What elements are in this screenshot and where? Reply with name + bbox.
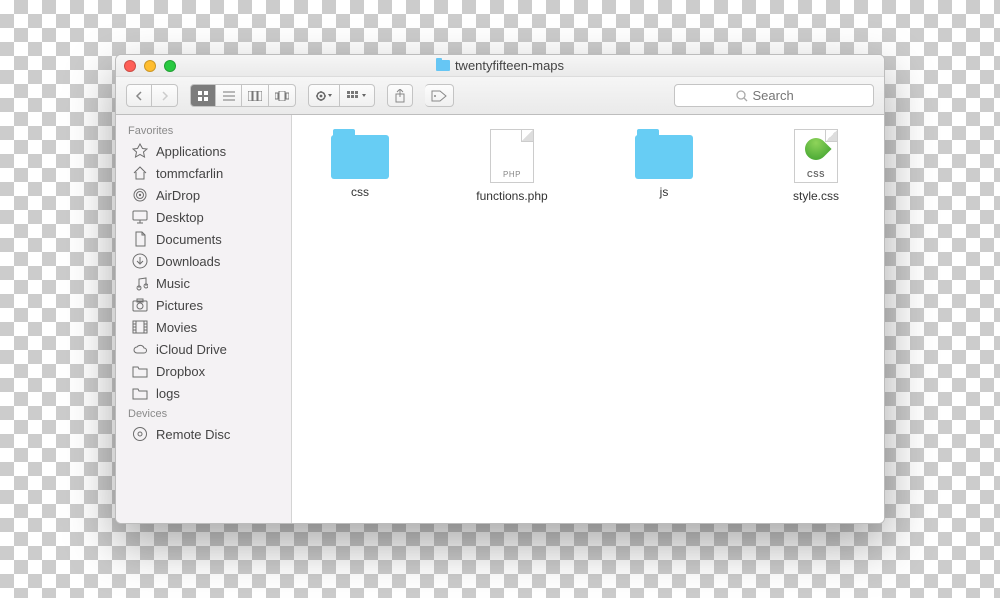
sidebar-item-desktop[interactable]: Desktop [116,206,291,228]
file-name: js [660,185,669,199]
sidebar-item-icloud[interactable]: iCloud Drive [116,338,291,360]
file-item[interactable]: CSS style.css [766,129,866,203]
php-file-icon: PHP [490,129,534,183]
file-type-tag: CSS [807,170,825,179]
file-item[interactable]: PHP functions.php [462,129,562,203]
cloud-icon [132,341,148,357]
sidebar-item-label: iCloud Drive [156,342,227,357]
movies-icon [132,319,148,335]
folder-icon [132,385,148,401]
applications-icon [132,143,148,159]
airdrop-icon [132,187,148,203]
sidebar-item-label: Movies [156,320,197,335]
action-arrange-group [308,84,375,107]
file-grid[interactable]: css PHP functions.php js CSS style.c [292,115,884,523]
folder-icon [436,60,450,71]
pictures-icon [132,297,148,313]
window-title: twentyfifteen-maps [436,58,564,73]
sidebar-item-label: Music [156,276,190,291]
file-name: css [351,185,369,199]
sidebar-item-home[interactable]: tommcfarlin [116,162,291,184]
folder-icon [132,363,148,379]
sidebar-item-label: Applications [156,144,226,159]
sidebar-header-devices: Devices [116,404,291,423]
desktop-icon [132,209,148,225]
list-view-button[interactable] [216,84,242,107]
sidebar-item-applications[interactable]: Applications [116,140,291,162]
icon-view-button[interactable] [190,84,216,107]
traffic-lights [124,60,176,72]
search-icon [736,90,748,102]
sidebar-item-label: Downloads [156,254,220,269]
view-buttons [190,84,296,107]
disc-icon [132,426,148,442]
back-button[interactable] [126,84,152,107]
home-icon [132,165,148,181]
documents-icon [132,231,148,247]
folder-icon [331,135,389,179]
sidebar-item-label: Remote Disc [156,427,230,442]
search-field[interactable] [674,84,874,107]
forward-button[interactable] [152,84,178,107]
arrange-button[interactable] [340,84,375,107]
sidebar-item-label: Desktop [156,210,204,225]
sidebar-item-music[interactable]: Music [116,272,291,294]
zoom-button[interactable] [164,60,176,72]
minimize-button[interactable] [144,60,156,72]
sidebar-item-label: Dropbox [156,364,205,379]
sidebar-item-remote-disc[interactable]: Remote Disc [116,423,291,445]
folder-icon [635,135,693,179]
music-icon [132,275,148,291]
sidebar-item-logs[interactable]: logs [116,382,291,404]
file-name: functions.php [476,189,547,203]
file-name: style.css [793,189,839,203]
sidebar-item-airdrop[interactable]: AirDrop [116,184,291,206]
titlebar: twentyfifteen-maps [116,55,884,77]
nav-buttons [126,84,178,107]
sidebar-item-pictures[interactable]: Pictures [116,294,291,316]
sidebar: Favorites Applications tommcfarlin AirDr… [116,115,292,523]
sidebar-item-label: Pictures [156,298,203,313]
column-view-button[interactable] [242,84,269,107]
file-item[interactable]: css [310,129,410,199]
action-button[interactable] [308,84,340,107]
sidebar-item-documents[interactable]: Documents [116,228,291,250]
search-input[interactable] [753,88,813,103]
sidebar-header-favorites: Favorites [116,121,291,140]
file-type-tag: PHP [503,170,521,179]
toolbar [116,77,884,115]
finder-window: twentyfifteen-maps [115,54,885,524]
file-item[interactable]: js [614,129,714,199]
coverflow-view-button[interactable] [269,84,296,107]
downloads-icon [132,253,148,269]
css-file-icon: CSS [794,129,838,183]
sidebar-item-label: logs [156,386,180,401]
sidebar-item-label: Documents [156,232,222,247]
sidebar-item-label: tommcfarlin [156,166,223,181]
sidebar-item-label: AirDrop [156,188,200,203]
sidebar-item-movies[interactable]: Movies [116,316,291,338]
sidebar-item-downloads[interactable]: Downloads [116,250,291,272]
window-title-text: twentyfifteen-maps [455,58,564,73]
close-button[interactable] [124,60,136,72]
sidebar-item-dropbox[interactable]: Dropbox [116,360,291,382]
share-button[interactable] [387,84,413,107]
tags-button[interactable] [425,84,454,107]
content-area: Favorites Applications tommcfarlin AirDr… [116,115,884,523]
